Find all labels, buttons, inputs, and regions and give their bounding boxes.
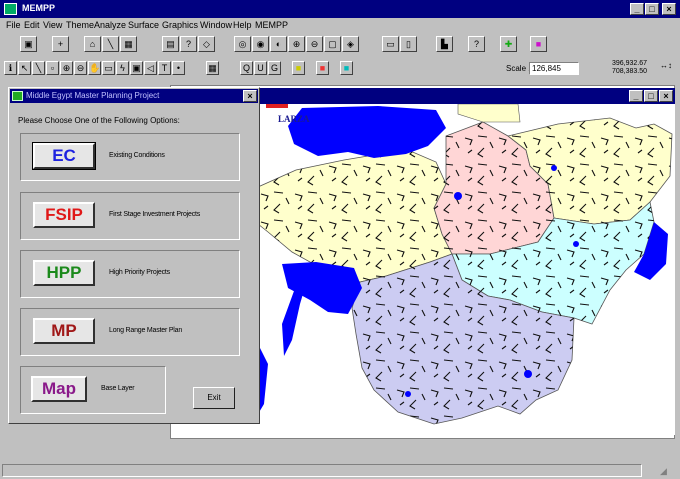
menu-theme[interactable]: Theme xyxy=(66,20,94,30)
text-icon[interactable]: T xyxy=(158,61,171,75)
app-icon[interactable] xyxy=(4,3,17,15)
tool-zoom-in-icon[interactable]: ⊕ xyxy=(60,61,73,75)
pan-icon[interactable]: ✋ xyxy=(88,61,101,75)
green-plus-icon[interactable]: ✚ xyxy=(500,36,517,52)
zoom-previous-icon[interactable]: ◐ xyxy=(270,36,287,52)
area-select-icon[interactable]: ▣ xyxy=(130,61,143,75)
select-feature-icon[interactable]: ▫ xyxy=(46,61,59,75)
dialog-app-icon xyxy=(12,91,23,101)
view-close-button[interactable]: × xyxy=(659,90,673,102)
tool-u-icon[interactable]: U xyxy=(254,61,267,75)
menu-mempp[interactable]: MEMPP xyxy=(255,20,288,30)
print-icon[interactable]: ▯ xyxy=(400,36,417,52)
view-maximize-button[interactable]: □ xyxy=(644,90,658,102)
open-icon[interactable]: ⌂ xyxy=(84,36,101,52)
vertex-edit-icon[interactable]: ╲ xyxy=(32,61,45,75)
zoom-selected-icon[interactable]: ◉ xyxy=(252,36,269,52)
view-minimize-button[interactable]: _ xyxy=(629,90,643,102)
zoom-out-icon[interactable]: ⊖ xyxy=(306,36,323,52)
minimize-button[interactable]: _ xyxy=(630,3,644,15)
help-icon[interactable]: ? xyxy=(468,36,485,52)
status-panel xyxy=(2,464,642,477)
map-label: LARZA xyxy=(278,114,310,124)
measure-icon[interactable]: ◇ xyxy=(198,36,215,52)
coordinate-x: 396,932.67 xyxy=(612,60,648,67)
fsip-button[interactable]: FSIP xyxy=(33,202,95,228)
map-button[interactable]: Map xyxy=(31,376,87,402)
pointer-icon[interactable]: ↖ xyxy=(18,61,31,75)
identify-icon[interactable]: ℹ xyxy=(4,61,17,75)
chart-icon[interactable]: ▙ xyxy=(436,36,453,52)
tool-q-icon[interactable]: Q xyxy=(240,61,253,75)
exit-button[interactable]: Exit xyxy=(193,387,235,409)
query-icon[interactable]: ? xyxy=(180,36,197,52)
menu-bar: File Edit View Theme Analyze Surface Gra… xyxy=(0,19,680,33)
map-view-title-bar: _ □ × xyxy=(258,88,675,104)
ec-button[interactable]: EC xyxy=(32,142,96,170)
option-mp: MP Long Range Master Plan xyxy=(20,308,240,356)
maximize-button[interactable]: □ xyxy=(645,3,659,15)
mp-button[interactable]: MP xyxy=(33,318,95,344)
menu-analyze[interactable]: Analyze xyxy=(94,20,126,30)
toolbar-main: ▣ + ⌂ ╲ ▦ ▤ ? ◇ ◎ ◉ ◐ ⊕ ⊖ ▢ ◈ ▭ ▯ ▙ ? ✚ … xyxy=(0,34,680,54)
legend-icon[interactable]: ▤ xyxy=(162,36,179,52)
palette-icon[interactable]: ■ xyxy=(530,36,547,52)
zoom-full-icon[interactable]: ◎ xyxy=(234,36,251,52)
tool-zoom-out-icon[interactable]: ⊖ xyxy=(74,61,87,75)
app-title: MEMPP xyxy=(22,3,56,13)
select-icon[interactable]: ▢ xyxy=(324,36,341,52)
grid-icon[interactable]: ▦ xyxy=(206,61,219,75)
close-button[interactable]: × xyxy=(662,3,676,15)
dialog-prompt: Please Choose One of the Following Optio… xyxy=(18,116,180,125)
hpp-button[interactable]: HPP xyxy=(33,260,95,286)
option-map: Map Base Layer xyxy=(20,366,166,414)
label-icon[interactable]: ◁ xyxy=(144,61,157,75)
menu-file[interactable]: File xyxy=(6,20,21,30)
menu-graphics[interactable]: Graphics xyxy=(162,20,198,30)
save-icon[interactable]: ▣ xyxy=(20,36,37,52)
status-bar: ◢ xyxy=(0,462,680,479)
coordinate-y: 708,383.50 xyxy=(612,68,648,75)
menu-window[interactable]: Window xyxy=(200,20,232,30)
app-title-bar: MEMPP _ □ × xyxy=(0,0,680,18)
tool-g-icon[interactable]: G xyxy=(268,61,281,75)
toolbar-tools: ℹ ↖ ╲ ▫ ⊕ ⊖ ✋ ▭ ϟ ▣ ◁ T • ▦ Q U G ■ ■ ■ … xyxy=(0,58,680,80)
menu-help[interactable]: Help xyxy=(233,20,252,30)
option-fsip: FSIP First Stage Investment Projects xyxy=(20,192,240,240)
fsip-description: First Stage Investment Projects xyxy=(109,211,201,218)
map-graphic xyxy=(258,104,673,425)
add-theme-icon[interactable]: + xyxy=(52,36,69,52)
menu-surface[interactable]: Surface xyxy=(128,20,159,30)
find-icon[interactable]: ◈ xyxy=(342,36,359,52)
menu-view[interactable]: View xyxy=(43,20,62,30)
zoom-in-icon[interactable]: ⊕ xyxy=(288,36,305,52)
dialog-title: Middle Egypt Master Planning Project xyxy=(26,91,160,100)
coordinate-arrows-icon: ↔↕ xyxy=(660,61,672,70)
measure-tool-icon[interactable]: ▭ xyxy=(102,61,115,75)
color-red-icon[interactable]: ■ xyxy=(316,61,329,75)
menu-edit[interactable]: Edit xyxy=(24,20,40,30)
draw-icon[interactable]: • xyxy=(172,61,185,75)
table-icon[interactable]: ▦ xyxy=(120,36,137,52)
resize-grip-icon[interactable]: ◢ xyxy=(660,466,667,477)
scale-input[interactable]: 126,845 xyxy=(529,62,579,75)
hotlink-icon[interactable]: ϟ xyxy=(116,61,129,75)
map-description: Base Layer xyxy=(101,385,135,392)
hpp-description: High Priority Projects xyxy=(109,269,170,276)
option-hpp: HPP High Priority Projects xyxy=(20,250,240,298)
edit-icon[interactable]: ╲ xyxy=(102,36,119,52)
option-ec: EC Existing Conditions xyxy=(20,133,240,181)
map-canvas[interactable]: LARZA xyxy=(258,104,675,435)
dialog-title-bar: Middle Egypt Master Planning Project × xyxy=(10,89,258,103)
color-cyan-icon[interactable]: ■ xyxy=(340,61,353,75)
dialog-close-button[interactable]: × xyxy=(243,90,257,102)
color-yellow-icon[interactable]: ■ xyxy=(292,61,305,75)
mp-description: Long Range Master Plan xyxy=(109,327,183,334)
ec-description: Existing Conditions xyxy=(109,152,165,159)
layout-icon[interactable]: ▭ xyxy=(382,36,399,52)
